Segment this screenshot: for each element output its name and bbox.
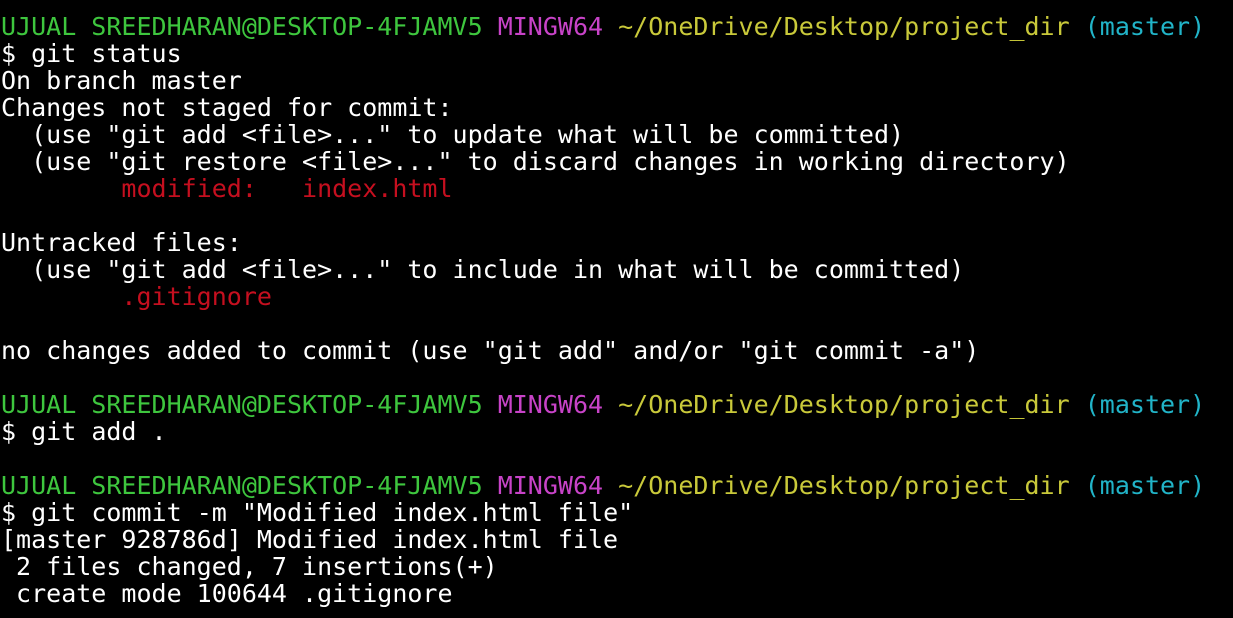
prompt-system: MINGW64 bbox=[497, 471, 604, 500]
prompt-user-host: UJUAL SREEDHARAN@DESKTOP-4FJAMV5 bbox=[1, 390, 483, 419]
prompt-symbol: $ bbox=[1, 39, 17, 68]
prompt-path: ~/OneDrive/Desktop/project_dir bbox=[618, 471, 1070, 500]
output-line: 2 files changed, 7 insertions(+) bbox=[1, 552, 498, 581]
prompt-line: UJUAL SREEDHARAN@DESKTOP-4FJAMV5 MINGW64… bbox=[0, 391, 1233, 418]
terminal-window[interactable]: UJUAL SREEDHARAN@DESKTOP-4FJAMV5 MINGW64… bbox=[0, 0, 1233, 618]
output-line: Changes not staged for commit: bbox=[1, 93, 453, 122]
prompt-symbol: $ bbox=[1, 417, 17, 446]
command-text: git commit -m "Modified index.html file" bbox=[31, 498, 634, 527]
prompt-line: UJUAL SREEDHARAN@DESKTOP-4FJAMV5 MINGW64… bbox=[0, 472, 1233, 499]
command-text: git add . bbox=[31, 417, 167, 446]
output-line: Untracked files: bbox=[1, 228, 242, 257]
prompt-branch: (master) bbox=[1084, 390, 1206, 419]
output-line: create mode 100644 .gitignore bbox=[1, 579, 453, 608]
command-line: $ git status bbox=[0, 40, 1233, 67]
prompt-user-host: UJUAL SREEDHARAN@DESKTOP-4FJAMV5 bbox=[1, 471, 483, 500]
output-line: (use "git add <file>..." to update what … bbox=[1, 120, 905, 149]
output-line: (use "git add <file>..." to include in w… bbox=[1, 255, 965, 284]
prompt-system: MINGW64 bbox=[497, 390, 604, 419]
modified-file-line: modified: index.html bbox=[1, 174, 453, 203]
output-line: [master 928786d] Modified index.html fil… bbox=[1, 525, 619, 554]
command-line: $ git commit -m "Modified index.html fil… bbox=[0, 499, 1233, 526]
prompt-branch: (master) bbox=[1084, 12, 1206, 41]
command-line: $ git add . bbox=[0, 418, 1233, 445]
output-line: (use "git restore <file>..." to discard … bbox=[1, 147, 1070, 176]
prompt-user-host: UJUAL SREEDHARAN@DESKTOP-4FJAMV5 bbox=[1, 12, 483, 41]
prompt-path: ~/OneDrive/Desktop/project_dir bbox=[618, 12, 1070, 41]
prompt-system: MINGW64 bbox=[497, 12, 604, 41]
prompt-path: ~/OneDrive/Desktop/project_dir bbox=[618, 390, 1070, 419]
output-line: no changes added to commit (use "git add… bbox=[1, 336, 980, 365]
untracked-file-line: .gitignore bbox=[1, 282, 272, 311]
prompt-line: UJUAL SREEDHARAN@DESKTOP-4FJAMV5 MINGW64… bbox=[0, 13, 1233, 40]
prompt-symbol: $ bbox=[1, 498, 17, 527]
command-text: git status bbox=[31, 39, 182, 68]
output-line: On branch master bbox=[1, 66, 242, 95]
prompt-branch: (master) bbox=[1084, 471, 1206, 500]
